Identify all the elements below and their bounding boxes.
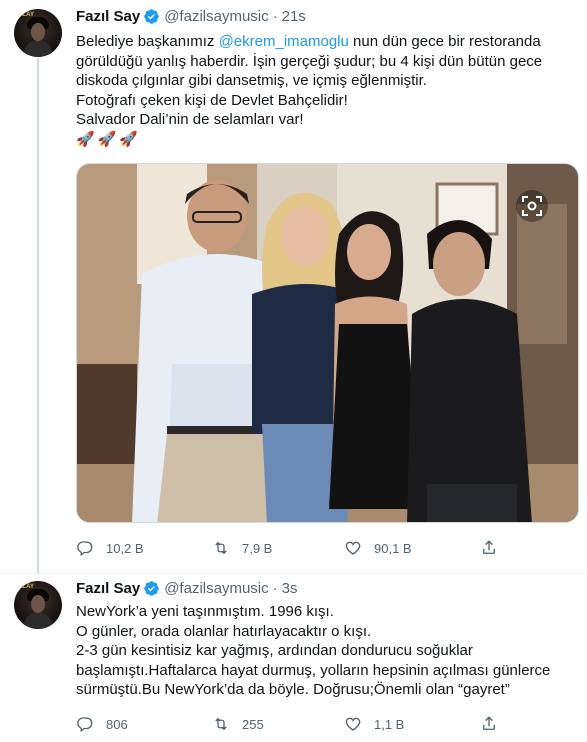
like-icon — [345, 717, 361, 731]
text-line: görüldüğü yanlış haberdir. İşin gerçeği … — [76, 52, 543, 70]
share-icon — [483, 540, 495, 554]
header-separator: · — [272, 8, 278, 25]
text-line: diskoda çılgınlar gibi dansetmiş, ve içm… — [76, 72, 427, 90]
retweet-count: 7,9 B — [242, 540, 273, 556]
text-segment: nun dün gece bir restoranda — [348, 33, 541, 50]
author-avatar[interactable]: PLAY — [14, 581, 62, 629]
author-name[interactable]: Fazıl Say — [76, 8, 140, 25]
avatar-face — [31, 23, 45, 41]
like-icon — [345, 541, 361, 555]
retweet-icon — [215, 717, 227, 731]
tweet-2[interactable]: PLAY Fazıl Say @fazilsaymusic · 3s NewYo… — [0, 573, 587, 742]
text-line: Salvador Dali’nin de selamları var! — [76, 111, 304, 129]
tweet-header: Fazıl Say @fazilsaymusic · 21s — [76, 8, 306, 25]
like-button[interactable]: 90,1 B — [344, 539, 412, 557]
mention-link[interactable]: @ekrem_imamoglu — [219, 33, 349, 50]
retweet-button[interactable]: 255 — [212, 715, 264, 733]
like-count: 90,1 B — [374, 540, 412, 556]
verified-badge-icon — [144, 9, 159, 24]
verified-badge-icon — [144, 581, 159, 596]
text-line: Fotoğrafı çeken kişi de Devlet Bahçelidi… — [76, 91, 348, 109]
tweet-header: Fazıl Say @fazilsaymusic · 3s — [76, 580, 297, 597]
reply-icon — [77, 717, 93, 733]
tweet-actions: 10,2 B 7,9 B 90,1 B — [76, 538, 576, 558]
tweet-photo[interactable] — [76, 163, 579, 523]
tweet-timestamp[interactable]: 3s — [282, 580, 298, 597]
avatar-body — [24, 41, 52, 57]
author-handle[interactable]: @fazilsaymusic — [164, 8, 268, 25]
reply-count: 806 — [106, 716, 128, 732]
tweet-text: NewYork’a yeni taşınmıştım. 1996 kışı. O… — [76, 602, 576, 700]
like-button[interactable]: 1,1 B — [344, 715, 404, 733]
retweet-icon — [215, 541, 227, 555]
avatar-face — [31, 595, 45, 613]
text-line: sürmüştü.Bu NewYork’da da böyle. Doğrusu… — [76, 681, 510, 699]
share-icon — [483, 716, 495, 730]
share-button[interactable] — [480, 539, 510, 557]
text-line: 2-3 gün kesintisiz kar yağmış, ardından … — [76, 642, 473, 660]
reply-icon — [77, 541, 93, 557]
text-line: NewYork’a yeni taşınmıştım. 1996 kışı. — [76, 603, 334, 620]
author-handle[interactable]: @fazilsaymusic — [164, 580, 268, 597]
text-line: O günler, orada olanlar hatırlayacaktır … — [76, 622, 372, 640]
tweet-1[interactable]: PLAY Fazıl Say @fazilsaymusic · 21s Bele… — [0, 0, 587, 573]
retweet-count: 255 — [242, 716, 264, 732]
retweet-button[interactable]: 7,9 B — [212, 539, 272, 557]
header-separator: · — [272, 580, 278, 597]
reply-button[interactable]: 10,2 B — [76, 539, 144, 557]
author-name[interactable]: Fazıl Say — [76, 580, 140, 597]
photo-illustration — [77, 164, 578, 522]
avatar-body — [24, 613, 52, 629]
author-avatar[interactable]: PLAY — [14, 9, 62, 57]
text-line: başlamıştı.Haftalarca hayat durmuş, yoll… — [76, 661, 551, 679]
rocket-emojis: 🚀🚀🚀 — [76, 130, 142, 148]
reply-button[interactable]: 806 — [76, 715, 128, 733]
like-count: 1,1 B — [374, 716, 405, 732]
tweet-timestamp[interactable]: 21s — [282, 8, 306, 25]
tweet-text: Belediye başkanımız @ekrem_imamoglu nun … — [76, 32, 576, 150]
text-segment: Belediye başkanımız — [76, 33, 219, 50]
thread-connector — [37, 58, 39, 573]
tweet-actions: 806 255 1,1 B — [76, 714, 576, 734]
text-line: Belediye başkanımız @ekrem_imamoglu nun … — [76, 32, 576, 52]
reply-count: 10,2 B — [106, 540, 144, 556]
lens-icon[interactable] — [516, 190, 548, 222]
share-button[interactable] — [480, 715, 510, 733]
